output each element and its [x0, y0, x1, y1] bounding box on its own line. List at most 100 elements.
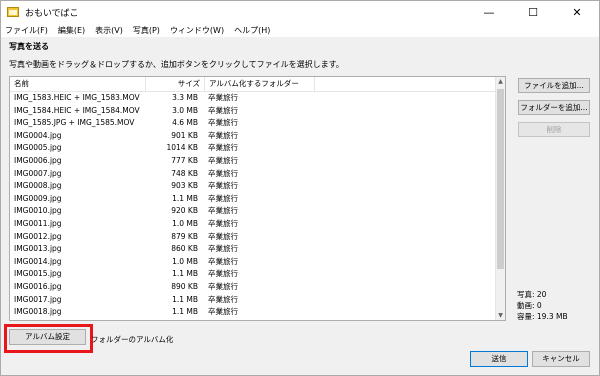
capacity: 容量: 19.3 MB: [517, 312, 568, 321]
window-controls: — ☐ ✕: [467, 1, 599, 23]
add-file-button[interactable]: ファイルを追加...: [518, 78, 590, 93]
file-name: IMG0010.jpg: [14, 206, 62, 216]
file-name: IMG0017.jpg: [14, 294, 62, 304]
file-name: IMG0006.jpg: [14, 155, 62, 165]
list-item[interactable]: IMG_1583.HEIC + IMG_1583.MOV 3.3 MB 卒業旅行: [10, 92, 497, 105]
album-folder: 卒業旅行: [208, 206, 238, 216]
vertical-scrollbar[interactable]: ▲ ▼: [495, 77, 505, 320]
list-item[interactable]: IMG0004.jpg 901 KB 卒業旅行: [10, 130, 497, 143]
file-size: 3.3 MB: [172, 93, 198, 102]
file-size: 1014 KB: [166, 143, 198, 153]
album-folder: 卒業旅行: [208, 143, 238, 153]
photo-count: 写真: 20: [517, 290, 547, 299]
file-size: 901 KB: [171, 130, 198, 140]
file-size: 1.1 MB: [172, 307, 198, 317]
file-size: 903 KB: [171, 181, 198, 191]
album-folder: 卒業旅行: [208, 269, 238, 279]
file-size: 4.6 MB: [172, 118, 198, 128]
album-folder: 卒業旅行: [208, 244, 238, 254]
album-settings-button[interactable]: アルバム設定: [9, 329, 86, 345]
window-title: おもいでばこ: [25, 8, 79, 19]
menu-help[interactable]: ヘルプ(H): [234, 25, 270, 36]
list-item[interactable]: IMG0017.jpg 1.1 MB 卒業旅行: [10, 294, 497, 307]
album-folder: 卒業旅行: [208, 168, 238, 178]
list-item[interactable]: IMG0010.jpg 920 KB 卒業旅行: [10, 205, 497, 218]
send-button[interactable]: 送信: [470, 351, 528, 367]
list-item[interactable]: IMG0018.jpg 1.1 MB 卒業旅行: [10, 306, 497, 319]
file-name: IMG_1585.JPG + IMG_1585.MOV: [14, 118, 135, 128]
menu-window[interactable]: ウィンドウ(W): [170, 25, 224, 36]
menu-edit[interactable]: 編集(E): [58, 25, 85, 36]
column-header-name[interactable]: 名前: [10, 77, 146, 91]
file-name: IMG0007.jpg: [14, 168, 62, 178]
file-size: 3.0 MB: [172, 105, 198, 115]
menu-bar: ファイル(F) 編集(E) 表示(V) 写真(P) ウィンドウ(W) ヘルプ(H…: [1, 23, 599, 37]
cancel-button[interactable]: キャンセル: [532, 351, 590, 367]
file-size: 920 KB: [171, 206, 198, 216]
scroll-up-icon[interactable]: ▲: [496, 77, 505, 86]
file-name: IMG0016.jpg: [14, 281, 62, 291]
video-count: 動画: 0: [517, 301, 542, 310]
section-title: 写真を送る: [9, 42, 49, 51]
file-name: IMG0013.jpg: [14, 244, 62, 254]
album-folder: 卒業旅行: [208, 281, 238, 291]
file-list[interactable]: 名前 サイズ アルバム化するフォルダー IMG_1583.HEIC + IMG_…: [9, 76, 506, 321]
main-window: おもいでばこ — ☐ ✕ ファイル(F) 編集(E) 表示(V) 写真(P) ウ…: [0, 0, 600, 376]
menu-view[interactable]: 表示(V): [95, 25, 123, 36]
list-item[interactable]: IMG0007.jpg 748 KB 卒業旅行: [10, 168, 497, 181]
menu-photo[interactable]: 写真(P): [133, 25, 160, 36]
file-size: 860 KB: [171, 244, 198, 254]
file-name: IMG0009.jpg: [14, 193, 62, 203]
file-size: 1.1 MB: [172, 193, 198, 203]
menu-file[interactable]: ファイル(F): [5, 25, 48, 36]
file-size: 1.1 MB: [172, 294, 198, 304]
list-item[interactable]: IMG0016.jpg 890 KB 卒業旅行: [10, 281, 497, 294]
folder-album-checkbox-label[interactable]: フォルダーのアルバム化: [91, 334, 173, 345]
list-item[interactable]: IMG0013.jpg 860 KB 卒業旅行: [10, 243, 497, 256]
file-name: IMG_1583.HEIC + IMG_1583.MOV: [14, 93, 140, 102]
list-item[interactable]: IMG0011.jpg 1.0 MB 卒業旅行: [10, 218, 497, 231]
album-folder: 卒業旅行: [208, 193, 238, 203]
file-name: IMG0008.jpg: [14, 181, 62, 191]
instruction-text: 写真や動画をドラッグ＆ドロップするか、追加ボタンをクリックしてファイルを選択しま…: [9, 60, 344, 69]
file-name: IMG_1584.HEIC + IMG_1584.MOV: [14, 105, 140, 115]
file-name: IMG0014.jpg: [14, 256, 62, 266]
file-name: IMG0012.jpg: [14, 231, 62, 241]
minimize-button[interactable]: —: [467, 1, 511, 23]
file-size: 879 KB: [171, 231, 198, 241]
file-size: 1.0 MB: [172, 218, 198, 228]
list-item[interactable]: IMG0009.jpg 1.1 MB 卒業旅行: [10, 193, 497, 206]
file-size: 1.0 MB: [172, 256, 198, 266]
list-item[interactable]: IMG_1585.JPG + IMG_1585.MOV 4.6 MB 卒業旅行: [10, 117, 497, 130]
file-size: 777 KB: [171, 155, 198, 165]
list-item[interactable]: IMG_1584.HEIC + IMG_1584.MOV 3.0 MB 卒業旅行: [10, 105, 497, 118]
list-item[interactable]: IMG0015.jpg 1.1 MB 卒業旅行: [10, 268, 497, 281]
delete-button[interactable]: 削除: [518, 122, 590, 137]
close-button[interactable]: ✕: [555, 1, 599, 23]
file-size: 748 KB: [171, 168, 198, 178]
file-size: 1.1 MB: [172, 269, 198, 279]
list-item[interactable]: IMG0014.jpg 1.0 MB 卒業旅行: [10, 256, 497, 269]
column-header-folder[interactable]: アルバム化するフォルダー: [205, 77, 315, 91]
maximize-button[interactable]: ☐: [511, 1, 555, 23]
stats-panel: 写真: 20 動画: 0 容量: 19.3 MB: [517, 289, 568, 322]
album-folder: 卒業旅行: [208, 118, 238, 128]
add-folder-button[interactable]: フォルダーを追加...: [518, 100, 590, 115]
list-item[interactable]: IMG0006.jpg 777 KB 卒業旅行: [10, 155, 497, 168]
album-folder: 卒業旅行: [208, 307, 238, 317]
album-folder: 卒業旅行: [208, 93, 238, 102]
album-folder: 卒業旅行: [208, 218, 238, 228]
album-folder: 卒業旅行: [208, 294, 238, 304]
list-rows: IMG_1583.HEIC + IMG_1583.MOV 3.3 MB 卒業旅行 IM…: [10, 92, 497, 319]
album-folder: 卒業旅行: [208, 155, 238, 165]
album-folder: 卒業旅行: [208, 256, 238, 266]
column-header-size[interactable]: サイズ: [146, 77, 205, 91]
list-item[interactable]: IMG0005.jpg 1014 KB 卒業旅行: [10, 142, 497, 155]
list-item[interactable]: IMG0008.jpg 903 KB 卒業旅行: [10, 180, 497, 193]
file-name: IMG0015.jpg: [14, 269, 62, 279]
album-folder: 卒業旅行: [208, 231, 238, 241]
scroll-thumb[interactable]: [497, 89, 504, 269]
scroll-down-icon[interactable]: ▼: [496, 311, 505, 320]
file-name: IMG0011.jpg: [14, 218, 62, 228]
list-item[interactable]: IMG0012.jpg 879 KB 卒業旅行: [10, 231, 497, 244]
